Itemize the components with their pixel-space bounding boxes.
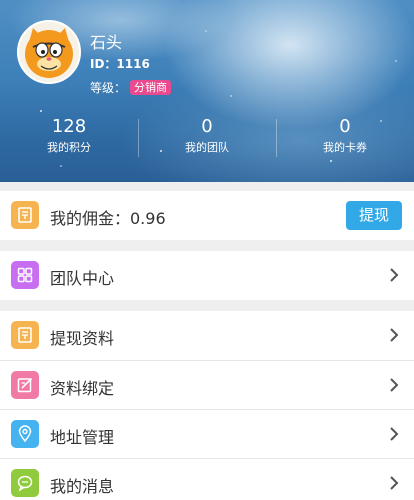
stats-bar: 128 我的积分 0 我的团队 0 我的卡券 — [0, 113, 414, 163]
wallet-icon — [11, 201, 39, 229]
avatar[interactable] — [17, 20, 81, 84]
level-row: 等级： 分销商 — [90, 79, 172, 96]
chevron-right-icon — [390, 427, 399, 441]
menu-item-label: 提现资料 — [50, 329, 115, 348]
stat-label: 我的积分 — [47, 141, 91, 154]
chevron-right-icon — [390, 328, 399, 342]
stat-points[interactable]: 128 我的积分 — [0, 113, 138, 163]
location-icon — [11, 420, 39, 448]
menu-item-label: 地址管理 — [50, 428, 115, 447]
stat-team[interactable]: 0 我的团队 — [138, 113, 276, 163]
message-icon — [11, 469, 39, 497]
level-label: 等级： — [90, 81, 127, 95]
edit-icon — [11, 371, 39, 399]
menu-item-withdraw-info[interactable]: 提现资料 — [0, 311, 414, 360]
stat-value: 128 — [51, 116, 87, 137]
stat-coupons[interactable]: 0 我的卡券 — [276, 113, 414, 163]
menu-item-bind-info[interactable]: 资料绑定 — [0, 360, 414, 409]
menu-item-label: 我的消息 — [50, 477, 115, 496]
stat-label: 我的卡券 — [323, 141, 367, 154]
user-id: ID：1116 — [90, 57, 150, 71]
chevron-right-icon — [390, 378, 399, 392]
commission-row: 我的佣金：0.96 提现 — [0, 191, 414, 240]
menu-item-label: 团队中心 — [50, 269, 115, 288]
username: 石头 — [90, 33, 123, 52]
menu-group-account: 提现资料 资料绑定 地址管理 我的消息 — [0, 311, 414, 500]
menu-item-messages[interactable]: 我的消息 — [0, 458, 414, 500]
stat-value: 0 — [339, 116, 351, 137]
menu-group-team: 团队中心 — [0, 251, 414, 300]
menu-item-team-center[interactable]: 团队中心 — [0, 251, 414, 300]
stat-value: 0 — [201, 116, 213, 137]
profile-header: 石头 ID：1116 等级： 分销商 128 我的积分 0 我的团队 0 我的卡… — [0, 0, 414, 182]
menu-item-address[interactable]: 地址管理 — [0, 409, 414, 458]
document-icon — [11, 321, 39, 349]
commission-amount: 我的佣金：0.96 — [50, 209, 166, 228]
chevron-right-icon — [390, 476, 399, 490]
grid-icon — [11, 261, 39, 289]
level-badge: 分销商 — [130, 80, 172, 95]
chevron-right-icon — [390, 268, 399, 282]
menu-item-label: 资料绑定 — [50, 379, 115, 398]
stat-label: 我的团队 — [185, 141, 229, 154]
withdraw-button[interactable]: 提现 — [346, 201, 402, 230]
